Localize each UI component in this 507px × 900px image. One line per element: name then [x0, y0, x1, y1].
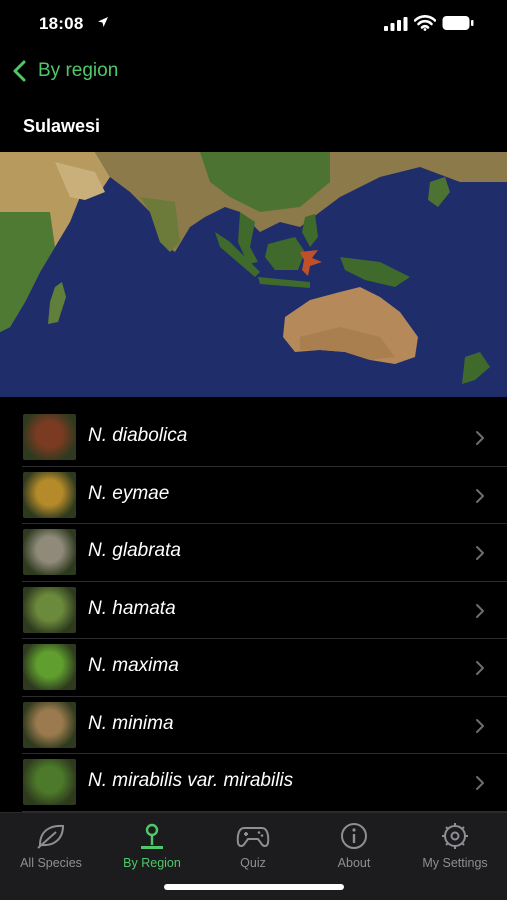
status-time: 18:08 — [39, 14, 84, 33]
gear-icon — [442, 823, 468, 849]
tab-by-region[interactable]: By Region — [102, 821, 202, 877]
chevron-right-icon — [476, 603, 484, 618]
location-arrow-icon — [98, 17, 108, 27]
species-name: N. glabrata — [88, 540, 181, 561]
chevron-right-icon — [476, 776, 484, 790]
species-thumbnail — [23, 529, 76, 575]
battery-icon — [442, 16, 474, 30]
home-indicator — [164, 884, 344, 890]
species-thumbnail — [23, 701, 76, 748]
species-thumbnail — [23, 414, 76, 460]
species-row[interactable]: N. hamata — [0, 582, 507, 640]
chevron-right-icon — [476, 718, 484, 733]
species-name: N. diabolica — [88, 425, 188, 446]
chevron-right-icon — [476, 431, 484, 445]
species-thumbnail — [23, 644, 76, 690]
tab-all-species[interactable]: All Species — [1, 821, 101, 877]
chevron-right-icon — [476, 661, 484, 675]
species-row[interactable]: N. maxima — [0, 639, 507, 697]
page-title: Sulawesi — [23, 116, 101, 136]
back-button[interactable]: By region — [10, 56, 118, 86]
back-label: By region — [38, 60, 119, 81]
species-thumbnail — [23, 586, 76, 633]
chevron-right-icon — [476, 546, 484, 560]
species-row[interactable]: N. diabolica — [0, 409, 507, 467]
species-thumbnail — [23, 759, 76, 805]
species-row[interactable]: N. mirabilis var. mirabilis — [0, 754, 507, 812]
species-row[interactable]: N. glabrata — [0, 524, 507, 582]
species-name: N. maxima — [88, 655, 179, 676]
species-row[interactable]: N. minima — [0, 697, 507, 755]
species-row[interactable]: N. eymae — [0, 467, 507, 525]
cellular-signal-icon — [384, 17, 408, 31]
tab-label: Quiz — [240, 856, 266, 870]
map-pin-icon — [141, 823, 163, 849]
leaf-icon — [37, 824, 65, 849]
tab-label: My Settings — [422, 856, 488, 870]
chevron-left-icon — [13, 60, 26, 82]
species-thumbnail — [23, 471, 76, 518]
status-bar: 18:08 — [0, 0, 507, 48]
wifi-icon — [414, 15, 436, 31]
species-name: N. mirabilis var. mirabilis — [88, 770, 294, 791]
info-icon — [341, 823, 367, 849]
chevron-right-icon — [476, 488, 484, 503]
tab-about[interactable]: About — [304, 821, 404, 877]
gamepad-icon — [236, 827, 270, 847]
species-name: N. eymae — [88, 482, 170, 504]
tab-label: About — [337, 856, 371, 870]
tab-my-settings[interactable]: My Settings — [405, 821, 505, 877]
tab-quiz[interactable]: Quiz — [203, 821, 303, 877]
tab-label: All Species — [20, 856, 82, 870]
region-map — [0, 152, 507, 397]
tab-label: By Region — [123, 856, 181, 870]
species-name: N. hamata — [88, 597, 176, 619]
species-name: N. minima — [88, 712, 174, 734]
species-list: N. diabolica N. eymae N. glabrata N. hamata… — [0, 409, 507, 812]
